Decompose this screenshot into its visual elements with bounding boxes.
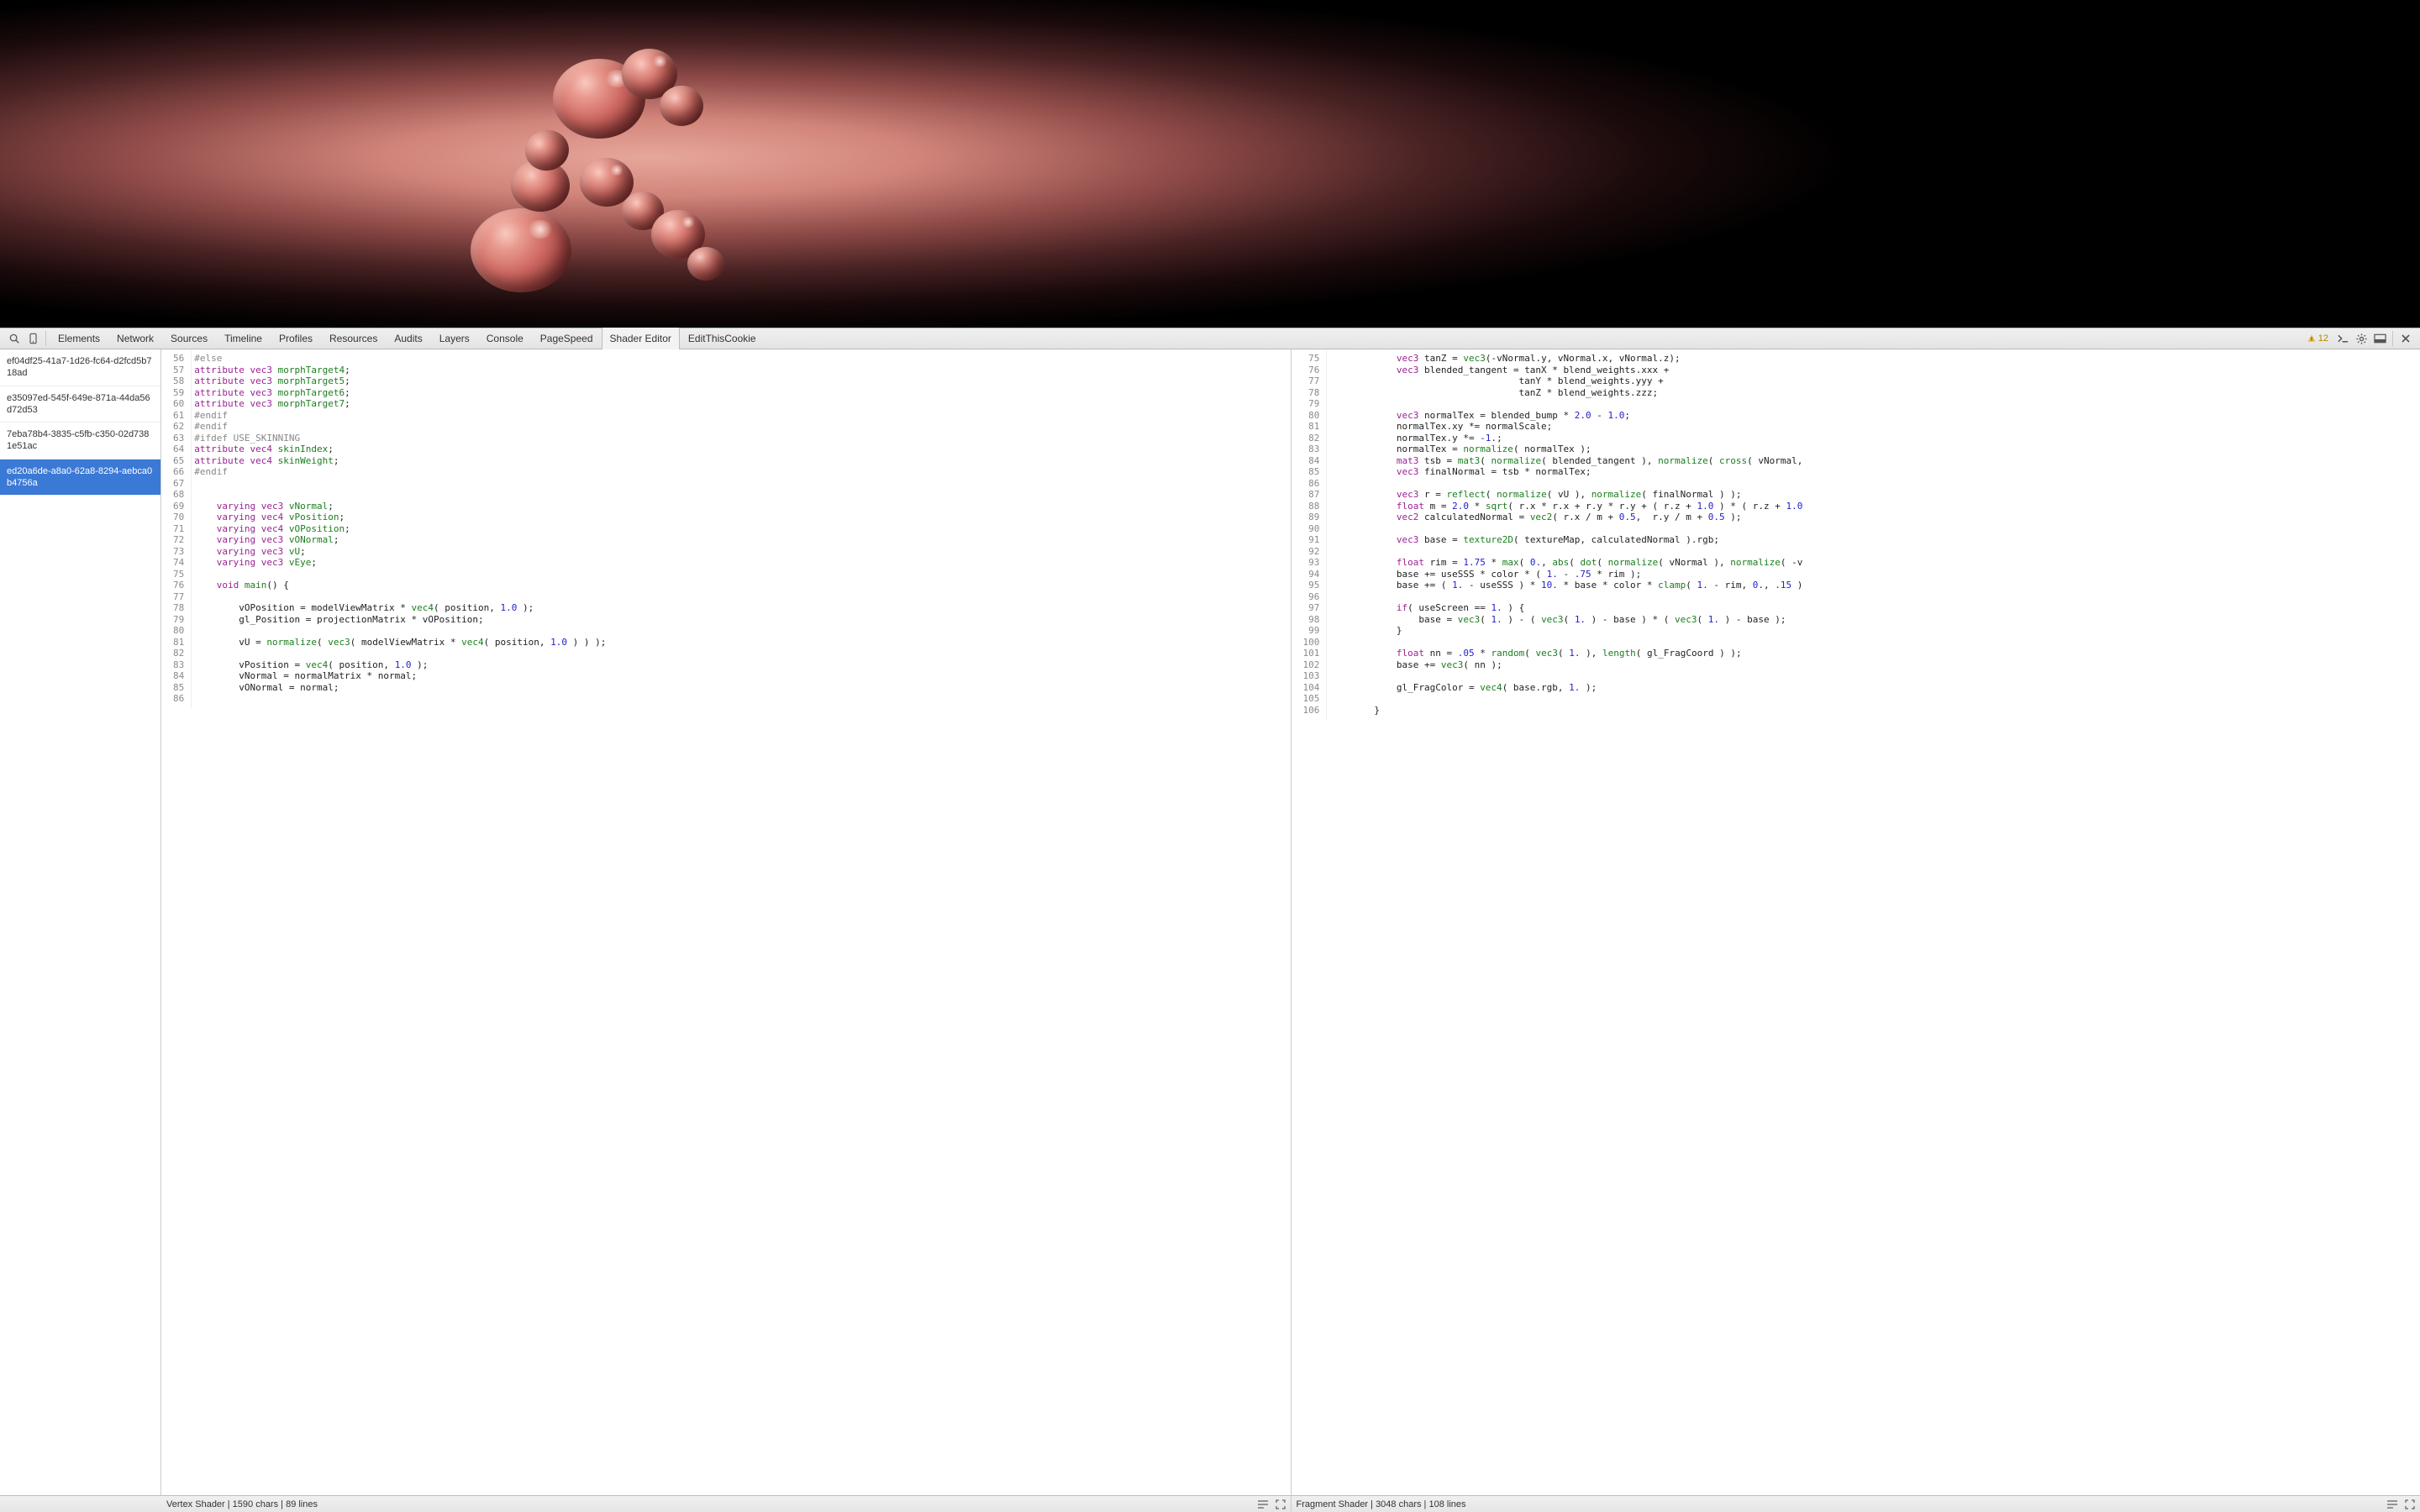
tab-audits[interactable]: Audits (386, 328, 430, 349)
fragment-code[interactable]: vec3 tanZ = vec3(-vNormal.y, vNormal.x, … (1327, 349, 1802, 719)
render-blob (660, 86, 703, 126)
tab-sources[interactable]: Sources (162, 328, 216, 349)
dock-side-icon[interactable] (2370, 330, 2389, 347)
shader-editor-panel: ef04df25-41a7-1d26-fc64-d2fcd5b718ade350… (0, 349, 2420, 1495)
shader-program-item[interactable]: e35097ed-545f-649e-871a-44da56d72d53 (0, 386, 160, 423)
render-blob (471, 208, 571, 292)
warnings-badge[interactable]: 12 (2307, 333, 2328, 344)
fragment-status-text: Fragment Shader | 3048 chars | 108 lines (1297, 1499, 1466, 1509)
close-devtools-icon[interactable] (2396, 330, 2415, 347)
tab-elements[interactable]: Elements (50, 328, 108, 349)
shader-list-sidebar[interactable]: ef04df25-41a7-1d26-fc64-d2fcd5b718ade350… (0, 349, 161, 1495)
show-console-icon[interactable] (2333, 330, 2352, 347)
warnings-count: 12 (2318, 333, 2328, 344)
vertex-line-gutter: 56 57 58 59 60 61 62 63 64 65 66 67 68 6… (161, 349, 192, 708)
tab-pagespeed[interactable]: PageSpeed (532, 328, 602, 349)
vertex-shader-editor[interactable]: 56 57 58 59 60 61 62 63 64 65 66 67 68 6… (161, 349, 1292, 1495)
tab-network[interactable]: Network (108, 328, 162, 349)
shader-program-item[interactable]: ef04df25-41a7-1d26-fc64-d2fcd5b718ad (0, 349, 160, 386)
shader-program-item[interactable]: ed20a6de-a8a0-62a8-8294-aebca0b4756a (0, 459, 160, 496)
tab-layers[interactable]: Layers (431, 328, 478, 349)
inspect-element-icon[interactable] (5, 330, 24, 347)
devtools-tabs: ElementsNetworkSourcesTimelineProfilesRe… (50, 328, 765, 349)
render-blob (687, 247, 724, 281)
expand-icon[interactable] (2405, 1499, 2415, 1509)
fragment-line-gutter: 75 76 77 78 79 80 81 82 83 84 85 86 87 8… (1292, 349, 1328, 719)
vertex-code[interactable]: #else attribute vec3 morphTarget4; attri… (192, 349, 606, 708)
settings-gear-icon[interactable] (2352, 330, 2370, 347)
vertex-status-text: Vertex Shader | 1590 chars | 89 lines (166, 1499, 318, 1509)
webgl-viewport[interactable] (0, 0, 2420, 328)
device-mode-icon[interactable] (24, 330, 42, 347)
tab-shader-editor[interactable]: Shader Editor (602, 328, 680, 349)
tab-console[interactable]: Console (478, 328, 532, 349)
tab-timeline[interactable]: Timeline (216, 328, 271, 349)
shader-program-item[interactable]: 7eba78b4-3835-c5fb-c350-02d7381e51ac (0, 423, 160, 459)
word-wrap-icon[interactable] (2386, 1499, 2398, 1509)
word-wrap-icon[interactable] (1257, 1499, 1269, 1509)
devtools-toolbar: ElementsNetworkSourcesTimelineProfilesRe… (0, 328, 2420, 349)
expand-icon[interactable] (1276, 1499, 1286, 1509)
fragment-shader-editor[interactable]: 75 76 77 78 79 80 81 82 83 84 85 86 87 8… (1292, 349, 2420, 1495)
tab-editthiscookie[interactable]: EditThisCookie (680, 328, 765, 349)
tab-resources[interactable]: Resources (321, 328, 386, 349)
tab-profiles[interactable]: Profiles (271, 328, 321, 349)
editor-status-bars: Vertex Shader | 1590 chars | 89 lines Fr… (0, 1495, 2420, 1512)
